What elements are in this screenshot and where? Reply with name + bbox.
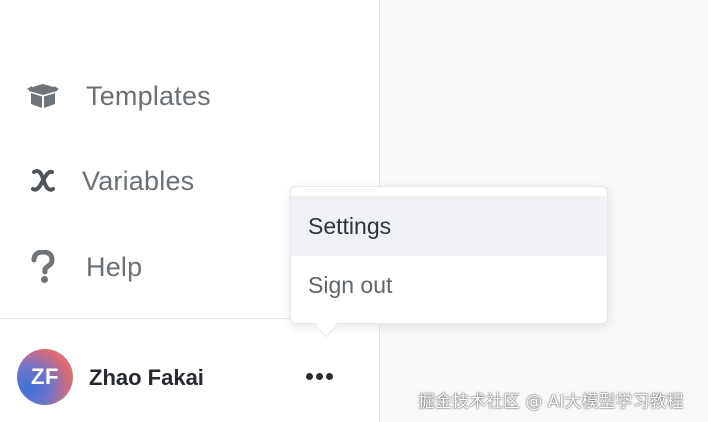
user-name: Zhao Fakai bbox=[89, 365, 204, 390]
more-options-button[interactable] bbox=[300, 363, 338, 389]
sidebar-item-variables[interactable]: Variables bbox=[26, 159, 286, 203]
avatar[interactable]: ZF bbox=[17, 349, 73, 405]
menu-item-settings[interactable]: Settings bbox=[291, 196, 607, 256]
user-dropdown-menu: Settings Sign out bbox=[290, 186, 608, 324]
sidebar-item-templates[interactable]: Templates bbox=[26, 74, 286, 118]
sidebar-item-label: Templates bbox=[86, 80, 211, 111]
ellipsis-icon bbox=[305, 372, 313, 380]
ellipsis-icon bbox=[325, 372, 333, 380]
avatar-initials: ZF bbox=[31, 364, 59, 389]
sidebar-item-help[interactable]: Help bbox=[26, 245, 286, 289]
watermark-text: 掘金技术社区 @ AI大模型学习教程 bbox=[418, 392, 684, 412]
menu-item-sign-out[interactable]: Sign out bbox=[291, 255, 607, 315]
variable-x-icon bbox=[26, 164, 60, 198]
sidebar-item-label: Help bbox=[86, 251, 143, 282]
question-icon bbox=[26, 250, 60, 284]
app-root: Templates Variables Help ZF Zhao Fakai S… bbox=[0, 0, 708, 422]
box-icon bbox=[26, 79, 60, 113]
ellipsis-icon bbox=[315, 372, 323, 380]
sidebar-item-label: Variables bbox=[82, 165, 195, 196]
